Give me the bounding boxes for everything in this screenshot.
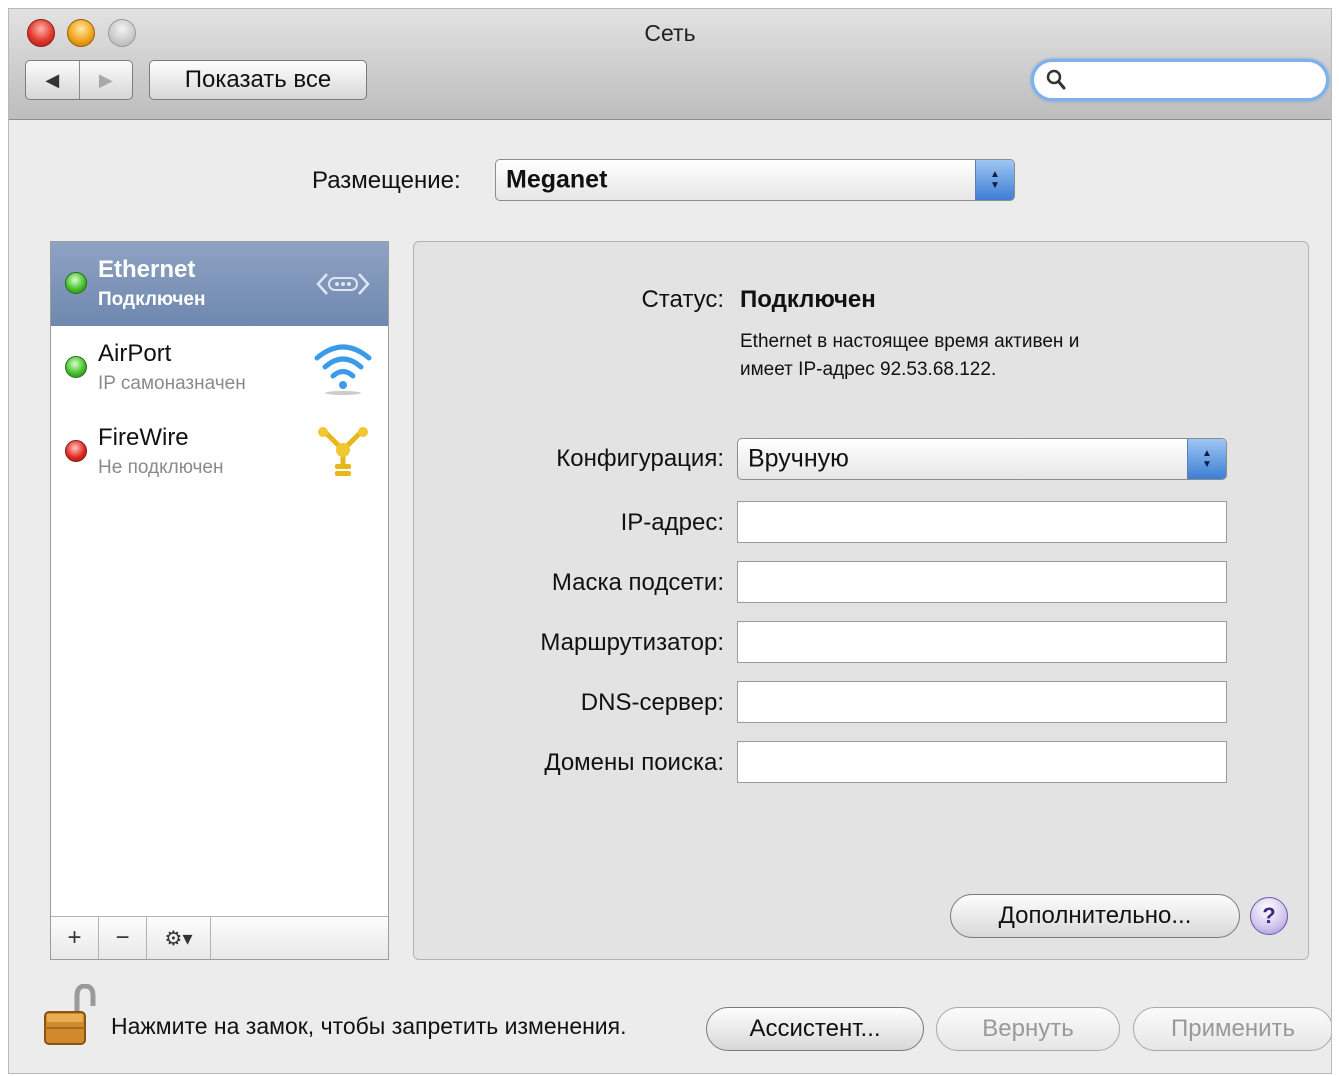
ip-address-field[interactable] (737, 501, 1227, 543)
status-description-line: имеет IP-адрес 92.53.68.122. (740, 359, 997, 380)
firewire-icon (318, 427, 368, 476)
ip-label: IP-адрес: (620, 509, 724, 536)
forward-button[interactable]: ▶ (80, 61, 133, 99)
lock-hint-text: Нажмите на замок, чтобы запретить измене… (111, 1013, 627, 1039)
apply-button[interactable]: Применить (1133, 1007, 1331, 1051)
service-status: IP самоназначен (98, 373, 246, 394)
service-status: Не подключен (98, 457, 224, 478)
search-domains-field[interactable] (737, 741, 1227, 783)
router-label: Маршрутизатор: (540, 629, 724, 656)
network-preferences-window: Сеть ◀ ▶ Показать все Размещение: Megane… (8, 8, 1332, 1074)
popup-arrows-icon: ▲ ▼ (1187, 439, 1226, 479)
status-dot-green (65, 272, 87, 294)
help-button[interactable]: ? (1250, 897, 1288, 935)
wifi-icon (314, 344, 372, 395)
gear-menu-button[interactable]: ⚙▾ (147, 917, 211, 959)
advanced-button[interactable]: Дополнительно... (950, 894, 1240, 938)
status-value: Подключен (740, 286, 876, 313)
status-dot-red (65, 440, 87, 462)
toolbar: Сеть ◀ ▶ Показать все (9, 9, 1331, 120)
popup-arrows-icon: ▲ ▼ (975, 160, 1014, 200)
service-status: Подключен (98, 289, 206, 310)
search-domains-label: Домены поиска: (544, 749, 724, 776)
service-name: FireWire (98, 424, 189, 451)
assistant-button[interactable]: Ассистент... (706, 1007, 924, 1051)
status-label: Статус: (641, 286, 724, 313)
remove-service-button[interactable]: − (99, 917, 147, 959)
subnet-mask-field[interactable] (737, 561, 1227, 603)
subnet-mask-label: Маска подсети: (551, 569, 724, 596)
show-all-button[interactable]: Показать все (149, 60, 367, 100)
back-forward-control: ◀ ▶ (25, 60, 133, 100)
location-label: Размещение: (312, 167, 461, 194)
search-icon (1046, 69, 1066, 90)
dns-field[interactable] (737, 681, 1227, 723)
location-value: Meganet (506, 165, 608, 194)
status-description-line: Ethernet в настоящее время активен и (740, 331, 1080, 352)
router-field[interactable] (737, 621, 1227, 663)
config-value: Вручную (748, 444, 849, 473)
add-service-button[interactable]: + (51, 917, 99, 959)
service-item-airport[interactable]: AirPort IP самоназначен (51, 326, 388, 410)
location-popup[interactable]: Meganet ▲ ▼ (495, 159, 1015, 201)
ethernet-icon (316, 273, 370, 295)
service-name: AirPort (98, 340, 172, 367)
search-field[interactable] (1031, 59, 1329, 101)
service-item-firewire[interactable]: FireWire Не подключен (51, 410, 388, 494)
detail-panel: Статус: Подключен Ethernet в настоящее в… (413, 241, 1309, 960)
revert-button[interactable]: Вернуть (936, 1007, 1120, 1051)
config-label: Конфигурация: (556, 445, 724, 472)
search-input[interactable] (1074, 66, 1318, 96)
lock-icon[interactable] (43, 984, 97, 1048)
status-dot-green (65, 356, 87, 378)
config-popup[interactable]: Вручную ▲ ▼ (737, 438, 1227, 480)
back-button[interactable]: ◀ (26, 61, 80, 99)
service-name: Ethernet (98, 256, 196, 283)
window-title: Сеть (644, 20, 696, 46)
status-description: Ethernet в настоящее время активен и име… (740, 328, 1200, 384)
service-list-toolbar: + − ⚙▾ (51, 916, 388, 959)
service-item-ethernet[interactable]: Ethernet Подключен (51, 242, 388, 326)
dns-label: DNS-сервер: (580, 689, 724, 716)
service-list: Ethernet Подключен AirPort IP самоназнач… (50, 241, 389, 960)
